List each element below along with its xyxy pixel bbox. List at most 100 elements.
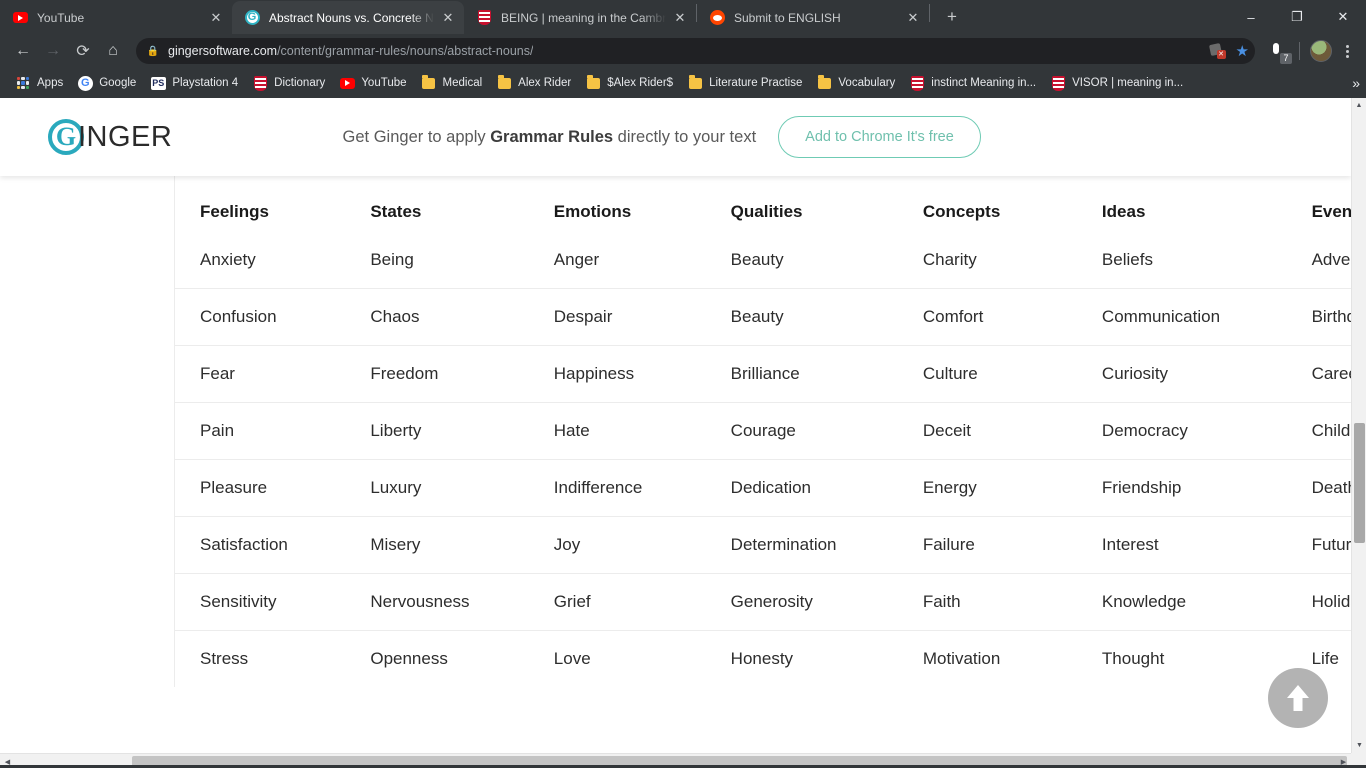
ginger-logo[interactable]: G INGER (48, 119, 172, 155)
bookmark-label: VISOR | meaning in... (1072, 77, 1184, 89)
table-cell: Charity (922, 250, 977, 269)
extension-blocked-icon[interactable] (1210, 44, 1226, 59)
address-bar[interactable]: 🔒 gingersoftware.com/content/grammar-rul… (136, 38, 1255, 64)
extension-notification-icon[interactable]: 7 (1267, 40, 1292, 64)
add-to-chrome-button[interactable]: Add to Chrome It's free (778, 116, 981, 158)
bookmark-label: Google (99, 77, 137, 89)
scroll-to-top-button[interactable] (1268, 668, 1328, 728)
bookmark-playstation-4[interactable]: PS Playstation 4 (143, 72, 245, 94)
table-cell: Confusion (174, 288, 345, 346)
tab-divider (929, 4, 930, 22)
table-cell: Adventure (1311, 250, 1351, 269)
table-cell: Friendship (1075, 459, 1286, 517)
column-header-concepts: Concepts (922, 202, 1001, 221)
address-bar-url: gingersoftware.com/content/grammar-rules… (168, 44, 533, 58)
table-row: Pain Liberty Hate Courage Deceit Democra… (174, 402, 1351, 460)
table-cell: Joy (527, 516, 705, 574)
table-cell: Anger (553, 250, 600, 269)
tab-title: Abstract Nouns vs. Concrete Nou (269, 10, 434, 25)
table-cell: Despair (527, 288, 705, 346)
bookmark-literature-practise[interactable]: Literature Practise (680, 72, 809, 94)
browser-tab-being-cambridge[interactable]: BEING | meaning in the Cambrid ✕ (464, 1, 696, 34)
bookmark-label: Medical (442, 77, 483, 89)
browser-tab-abstract-nouns[interactable]: G Abstract Nouns vs. Concrete Nou ✕ (232, 1, 464, 34)
bookmark-youtube[interactable]: YouTube (332, 72, 413, 94)
table-cell: Freedom (344, 345, 528, 403)
bookmark-label: YouTube (361, 77, 407, 89)
browser-tab-youtube[interactable]: YouTube ✕ (0, 1, 232, 34)
table-cell: Future (1285, 516, 1351, 574)
new-tab-button[interactable]: + (938, 3, 966, 31)
banner-text-before: Get Ginger to apply (342, 127, 491, 146)
bookmark-label: Literature Practise (709, 77, 803, 89)
page-content: Feelings States Emotions Qualities Conce… (0, 176, 1351, 687)
browser-tab-submit-to-english[interactable]: Submit to ENGLISH ✕ (697, 1, 929, 34)
bookmark-instinct-meaning[interactable]: instinct Meaning in... (902, 72, 1043, 94)
table-cell: Communication (1075, 288, 1286, 346)
page-viewport: G INGER Get Ginger to apply Grammar Rule… (0, 98, 1366, 768)
minimize-button[interactable]: – (1228, 0, 1274, 34)
toolbar-divider (1299, 42, 1300, 60)
abstract-nouns-table-wrapper: Feelings States Emotions Qualities Conce… (0, 176, 1351, 687)
browser-window: YouTube ✕ G Abstract Nouns vs. Concrete … (0, 0, 1366, 768)
home-button[interactable]: ⌂ (98, 36, 128, 66)
table-cell: Brilliance (704, 345, 897, 403)
vertical-scrollbar-thumb[interactable] (1354, 423, 1365, 543)
profile-avatar[interactable] (1310, 40, 1332, 62)
window-controls: – ❐ ✕ (1228, 0, 1366, 34)
table-row: Anxiety Being Anger Beauty Charity Belie… (174, 232, 1351, 289)
bookmark-apps[interactable]: Apps (8, 72, 70, 94)
bookmark-label: Dictionary (274, 77, 326, 89)
close-icon[interactable]: ✕ (208, 10, 224, 26)
cambridge-favicon (252, 75, 268, 91)
folder-icon (687, 75, 703, 91)
table-header-row: Feelings States Emotions Qualities Conce… (174, 194, 1351, 232)
bookmark-visor-meaning[interactable]: VISOR | meaning in... (1043, 72, 1190, 94)
close-icon[interactable]: ✕ (672, 10, 688, 26)
table-cell: Courage (704, 402, 897, 460)
address-path: /content/grammar-rules/nouns/abstract-no… (277, 44, 534, 58)
banner-center: Get Ginger to apply Grammar Rules direct… (172, 116, 1151, 158)
close-icon[interactable]: ✕ (440, 10, 456, 26)
bookmark-medical[interactable]: Medical (414, 72, 490, 94)
table-body: Anxiety Being Anger Beauty Charity Belie… (174, 232, 1351, 687)
maximize-button[interactable]: ❐ (1274, 0, 1320, 34)
table-cell: Beauty (730, 250, 784, 269)
table-cell: Culture (896, 345, 1076, 403)
table-head: Feelings States Emotions Qualities Conce… (174, 194, 1351, 232)
table-row: Sensitivity Nervousness Grief Generosity… (174, 573, 1351, 631)
bookmark-google[interactable]: G Google (70, 72, 143, 94)
reload-button[interactable]: ⟳ (68, 36, 98, 66)
scroll-up-arrow[interactable]: ▲ (1352, 98, 1366, 113)
table-cell: Childhood (1285, 402, 1351, 460)
table-row: Stress Openness Love Honesty Motivation … (174, 630, 1351, 687)
vertical-scrollbar[interactable]: ▲ ▼ (1351, 98, 1366, 753)
column-header-qualities: Qualities (730, 202, 803, 221)
scroll-down-arrow[interactable]: ▼ (1352, 738, 1366, 753)
bookmarks-overflow-button[interactable]: » (1352, 75, 1360, 91)
column-header-states: States (370, 202, 422, 221)
bookmark-alex-rider[interactable]: Alex Rider (489, 72, 578, 94)
table-cell: Thought (1075, 630, 1286, 687)
folder-icon (421, 75, 437, 91)
bookmark-dictionary[interactable]: Dictionary (245, 72, 332, 94)
chrome-menu-icon[interactable] (1336, 40, 1358, 62)
bookmark-label: Playstation 4 (172, 77, 239, 89)
address-domain: gingersoftware.com (168, 44, 278, 58)
bookmark-star-icon[interactable]: ★ (1236, 42, 1249, 60)
column-header-feelings: Feelings (200, 202, 269, 221)
bookmark-vocabulary[interactable]: Vocabulary (809, 72, 902, 94)
table-cell: Career (1285, 345, 1351, 403)
table-cell: Grief (527, 573, 705, 631)
table-cell: Openness (344, 630, 528, 687)
table-cell: Fear (174, 345, 345, 403)
table-cell: Failure (896, 516, 1076, 574)
bookmark-alex-rider-dollar[interactable]: $Alex Rider$ (578, 72, 680, 94)
google-favicon: G (77, 75, 93, 91)
table-cell: Dedication (704, 459, 897, 517)
close-icon[interactable]: ✕ (905, 10, 921, 26)
table-cell: Liberty (344, 402, 528, 460)
close-window-button[interactable]: ✕ (1320, 0, 1366, 34)
back-button[interactable]: ← (8, 36, 38, 66)
forward-button[interactable]: → (38, 36, 68, 66)
